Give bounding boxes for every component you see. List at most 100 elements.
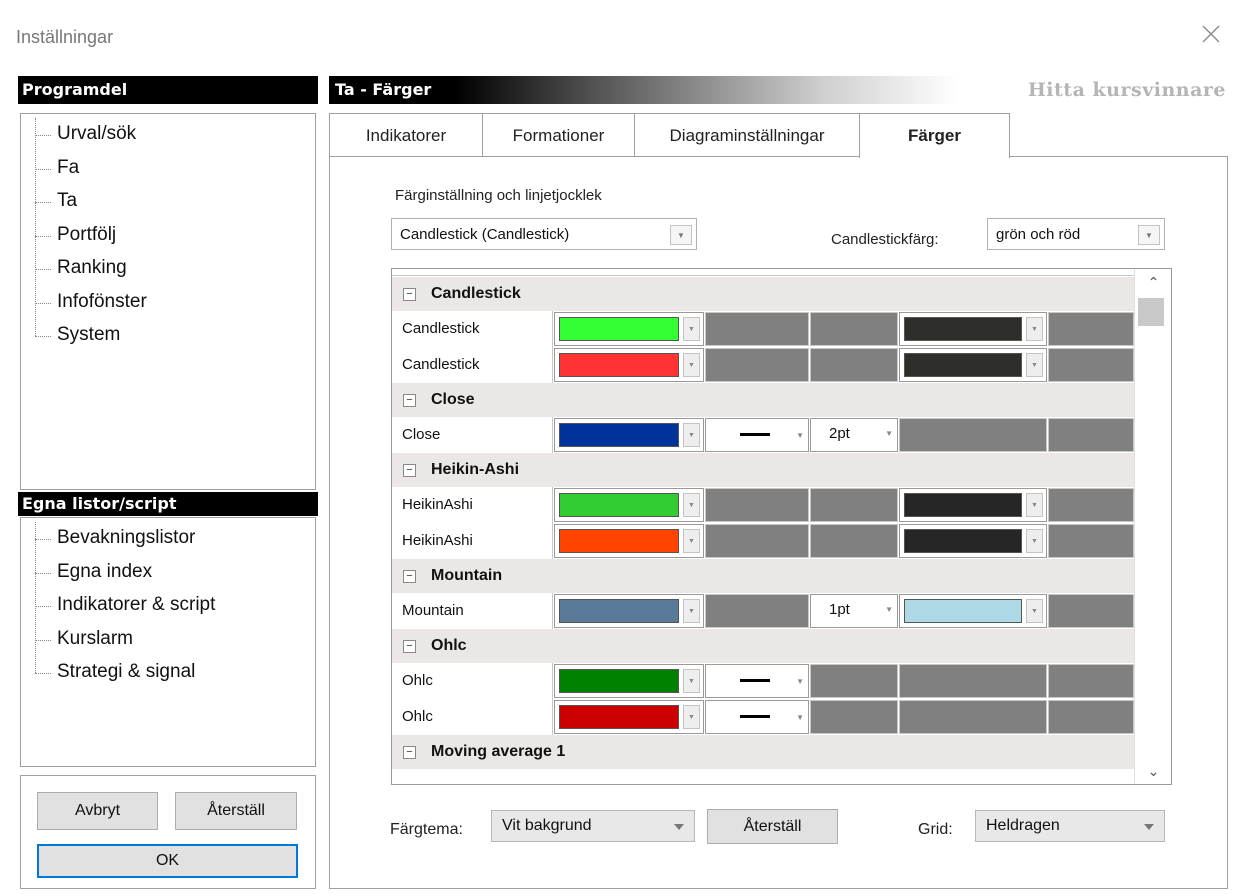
color-picker[interactable]: ▼: [899, 348, 1047, 382]
chevron-down-icon[interactable]: ▼: [683, 353, 700, 377]
theme-reset-button[interactable]: Återställ: [707, 809, 838, 844]
close-icon[interactable]: [1197, 20, 1225, 48]
chevron-down-icon[interactable]: ▼: [683, 705, 700, 729]
collapse-icon[interactable]: −: [403, 464, 416, 477]
candle-color-select[interactable]: grön och röd ▼: [987, 218, 1165, 250]
chevron-down-icon[interactable]: ▼: [885, 605, 893, 614]
grid-row: Ohlc ▼ ▼: [392, 699, 1134, 735]
chevron-down-icon[interactable]: ▼: [1138, 225, 1160, 245]
list-item-3[interactable]: Kurslarm: [21, 623, 315, 657]
chevron-down-icon[interactable]: ▼: [683, 599, 700, 623]
section-title: Ta - Färger: [335, 80, 432, 99]
chevron-down-icon[interactable]: ▼: [683, 423, 700, 447]
list-item-0[interactable]: Bevakningslistor: [21, 522, 315, 556]
color-picker[interactable]: ▼: [554, 312, 704, 346]
tab-indikatorer[interactable]: Indikatorer: [329, 113, 483, 157]
grid-row: Candlestick ▼ ▼: [392, 347, 1134, 383]
color-picker[interactable]: ▼: [554, 418, 704, 452]
line-style-select[interactable]: ▼: [705, 418, 809, 452]
tab-farger[interactable]: Färger: [859, 113, 1010, 158]
color-swatch: [904, 599, 1022, 623]
program-item-6[interactable]: System: [21, 319, 315, 353]
chevron-down-icon[interactable]: [674, 824, 684, 830]
chevron-down-icon[interactable]: ▼: [1026, 599, 1043, 623]
empty-cell: [1048, 348, 1134, 382]
program-item-2[interactable]: Ta: [21, 185, 315, 219]
row-label: Ohlc: [392, 699, 553, 735]
empty-cell: [1048, 594, 1134, 628]
color-picker[interactable]: ▼: [899, 312, 1047, 346]
scroll-thumb[interactable]: [1138, 298, 1164, 326]
list-item-1[interactable]: Egna index: [21, 556, 315, 590]
vertical-scrollbar[interactable]: ⌃ ⌄: [1134, 269, 1171, 784]
chevron-down-icon[interactable]: ▼: [796, 713, 804, 722]
theme-value: Vit bakgrund: [502, 817, 592, 834]
chevron-down-icon[interactable]: ▼: [1026, 493, 1043, 517]
chevron-down-icon[interactable]: ▼: [796, 431, 804, 440]
chevron-down-icon[interactable]: ▼: [683, 317, 700, 341]
line-width-select[interactable]: 1pt ▼: [810, 594, 898, 628]
line-width-value: 2pt: [829, 425, 850, 442]
color-picker[interactable]: ▼: [554, 664, 704, 698]
collapse-icon[interactable]: −: [403, 746, 416, 759]
color-picker[interactable]: ▼: [554, 348, 704, 382]
empty-cell: [1048, 664, 1134, 698]
chevron-down-icon[interactable]: ▼: [683, 493, 700, 517]
empty-cell: [810, 312, 898, 346]
grid-row: Close ▼ ▼ 2pt ▼: [392, 417, 1134, 453]
scroll-up-icon[interactable]: ⌃: [1135, 269, 1171, 295]
empty-cell: [810, 664, 898, 698]
color-picker[interactable]: ▼: [899, 524, 1047, 558]
row-label: Candlestick: [392, 311, 553, 347]
program-item-3[interactable]: Portfölj: [21, 219, 315, 253]
program-header: Programdel: [18, 76, 318, 104]
empty-cell: [810, 348, 898, 382]
list-item-4[interactable]: Strategi & signal: [21, 656, 315, 690]
chevron-down-icon[interactable]: ▼: [683, 669, 700, 693]
color-picker[interactable]: ▼: [899, 594, 1047, 628]
tab-diagraminstallningar[interactable]: Diagraminställningar: [634, 113, 860, 157]
empty-cell: [899, 418, 1047, 452]
color-picker[interactable]: ▼: [554, 700, 704, 734]
line-style-select[interactable]: ▼: [705, 664, 809, 698]
program-item-0[interactable]: Urval/sök: [21, 118, 315, 152]
scroll-down-icon[interactable]: ⌄: [1135, 758, 1171, 784]
color-picker[interactable]: ▼: [554, 488, 704, 522]
collapse-icon[interactable]: −: [403, 570, 416, 583]
program-item-1[interactable]: Fa: [21, 152, 315, 186]
line-width-value: 1pt: [829, 601, 850, 618]
line-style-select[interactable]: ▼: [705, 700, 809, 734]
chevron-down-icon[interactable]: ▼: [1026, 529, 1043, 553]
collapse-icon[interactable]: −: [403, 640, 416, 653]
grid-row: HeikinAshi ▼ ▼: [392, 487, 1134, 523]
empty-cell: [1048, 488, 1134, 522]
window-title: Inställningar: [16, 27, 114, 47]
group-row: − Candlestick: [392, 277, 1134, 311]
chevron-down-icon[interactable]: ▼: [670, 225, 692, 245]
grid-select[interactable]: Heldragen: [975, 810, 1165, 842]
chevron-down-icon[interactable]: ▼: [683, 529, 700, 553]
collapse-icon[interactable]: −: [403, 394, 416, 407]
grid-header: [392, 269, 1134, 276]
color-swatch: [559, 493, 679, 517]
chevron-down-icon[interactable]: ▼: [885, 429, 893, 438]
row-label: HeikinAshi: [392, 523, 553, 559]
chevron-down-icon[interactable]: ▼: [1026, 353, 1043, 377]
program-item-4[interactable]: Ranking: [21, 252, 315, 286]
theme-select[interactable]: Vit bakgrund: [491, 810, 695, 842]
program-item-5[interactable]: Infofönster: [21, 286, 315, 320]
list-item-2[interactable]: Indikatorer & script: [21, 589, 315, 623]
collapse-icon[interactable]: −: [403, 288, 416, 301]
reset-button[interactable]: Återställ: [175, 792, 297, 830]
chevron-down-icon[interactable]: ▼: [796, 677, 804, 686]
color-picker[interactable]: ▼: [554, 594, 704, 628]
chevron-down-icon[interactable]: [1144, 824, 1154, 830]
chevron-down-icon[interactable]: ▼: [1026, 317, 1043, 341]
chart-type-select[interactable]: Candlestick (Candlestick) ▼: [391, 218, 697, 250]
color-picker[interactable]: ▼: [554, 524, 704, 558]
color-picker[interactable]: ▼: [899, 488, 1047, 522]
tab-formationer[interactable]: Formationer: [482, 113, 635, 157]
ok-button[interactable]: OK: [37, 844, 298, 878]
line-width-select[interactable]: 2pt ▼: [810, 418, 898, 452]
cancel-button[interactable]: Avbryt: [37, 792, 158, 830]
